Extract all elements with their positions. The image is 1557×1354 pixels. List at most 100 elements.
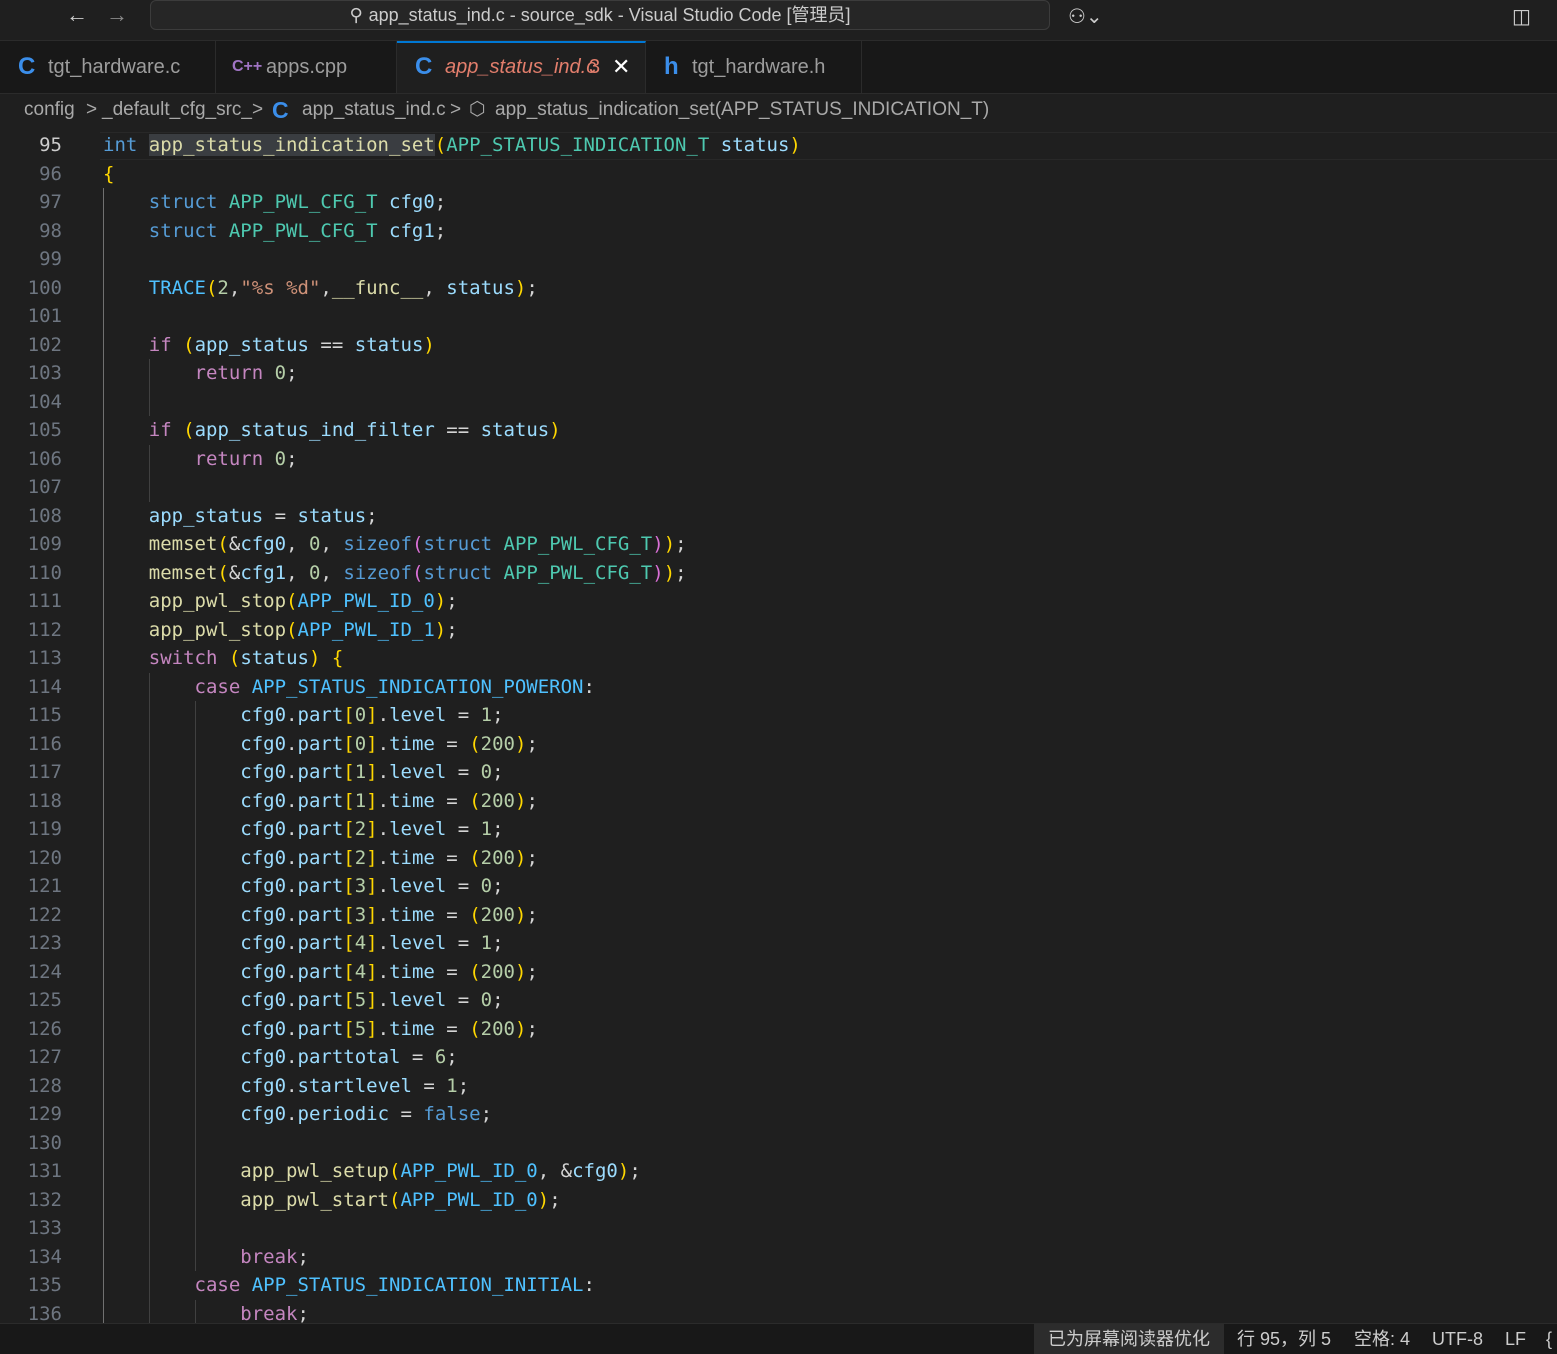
code-line[interactable]: 108 app_status = status; — [0, 502, 1557, 531]
code-line[interactable]: 122 cfg0.part[3].time = (200); — [0, 901, 1557, 930]
code-text: cfg0.part[3].level = 0; — [240, 875, 504, 897]
code-line[interactable]: 123 cfg0.part[4].level = 1; — [0, 929, 1557, 958]
code-line[interactable]: 117 cfg0.part[1].level = 0; — [0, 758, 1557, 787]
line-number: 136 — [27, 1302, 62, 1324]
line-number: 100 — [27, 276, 62, 299]
back-arrow-icon[interactable]: ← — [66, 4, 88, 26]
tab-label: apps.cpp — [266, 56, 348, 78]
problems-badge: 3 — [589, 56, 601, 78]
line-number: 109 — [27, 533, 62, 555]
line-number: 97 — [39, 191, 62, 213]
line-number: 131 — [27, 1160, 62, 1182]
tab-label: tgt_hardware.c — [48, 56, 181, 78]
line-number: 115 — [27, 704, 62, 726]
code-line[interactable]: 107 — [0, 473, 1557, 502]
code-line[interactable]: 103 return 0; — [0, 359, 1557, 388]
code-line[interactable]: 132 app_pwl_start(APP_PWL_ID_0); — [0, 1186, 1557, 1215]
code-text: cfg0.part[1].level = 0; — [240, 761, 504, 783]
line-number: 104 — [27, 390, 62, 413]
code-line[interactable]: 99 — [0, 245, 1557, 274]
code-line[interactable]: 116 cfg0.part[0].time = (200); — [0, 730, 1557, 759]
code-text: case APP_STATUS_INDICATION_POWERON: — [194, 675, 595, 698]
code-line[interactable]: 135 case APP_STATUS_INDICATION_INITIAL: — [0, 1271, 1557, 1300]
indentation-status[interactable]: 空格: 4 — [1354, 1324, 1410, 1354]
code-line[interactable]: 114 case APP_STATUS_INDICATION_POWERON: — [0, 673, 1557, 702]
code-line[interactable]: 126 cfg0.part[5].time = (200); — [0, 1015, 1557, 1044]
forward-arrow-icon[interactable]: → — [106, 4, 128, 26]
line-number: 114 — [27, 675, 62, 698]
code-line[interactable]: 127 cfg0.parttotal = 6; — [0, 1043, 1557, 1072]
layout-icon[interactable]: ◫ — [1512, 4, 1531, 29]
line-number: 110 — [27, 561, 62, 584]
code-line[interactable]: 130 — [0, 1129, 1557, 1158]
code-line[interactable]: 112 app_pwl_stop(APP_PWL_ID_1); — [0, 616, 1557, 645]
breadcrumb-folder-config[interactable]: config — [24, 94, 75, 126]
code-line[interactable]: 100 TRACE(2,"%s %d",__func__, status); — [0, 274, 1557, 303]
code-line[interactable]: 133 — [0, 1214, 1557, 1243]
line-number: 132 — [27, 1188, 62, 1211]
command-center-search[interactable]: ⚲ app_status_ind.c - source_sdk - Visual … — [150, 0, 1050, 30]
code-line[interactable]: 106 return 0; — [0, 445, 1557, 474]
tab-app-status-ind-c[interactable]: C app_status_ind.c 3 ✕ — [397, 41, 646, 93]
code-text: memset(&cfg1, 0, sizeof(struct APP_PWL_C… — [148, 561, 687, 584]
line-number: 129 — [27, 1103, 62, 1125]
line-number: 125 — [27, 989, 62, 1011]
code-line[interactable]: 121 cfg0.part[3].level = 0; — [0, 872, 1557, 901]
code-line[interactable]: 96 { — [0, 160, 1557, 189]
code-line[interactable]: 120 cfg0.part[2].time = (200); — [0, 844, 1557, 873]
code-text: break; — [240, 1302, 309, 1324]
line-number: 107 — [27, 476, 62, 498]
line-number: 98 — [39, 219, 62, 242]
code-text: cfg0.part[0].level = 1; — [240, 704, 504, 726]
code-text: if (app_status_ind_filter == status) — [148, 419, 561, 441]
code-line[interactable]: 118 cfg0.part[1].time = (200); — [0, 787, 1557, 816]
code-line[interactable]: 129 cfg0.periodic = false; — [0, 1100, 1557, 1129]
language-mode-icon[interactable]: { — [1546, 1324, 1552, 1354]
code-text: return 0; — [194, 447, 298, 470]
header-file-icon: h — [664, 53, 679, 80]
copilot-icon[interactable]: ⚇⌄ — [1068, 4, 1103, 29]
code-line[interactable]: 128 cfg0.startlevel = 1; — [0, 1072, 1557, 1101]
line-number: 134 — [27, 1245, 62, 1268]
code-text: cfg0.part[4].level = 1; — [240, 932, 504, 954]
code-text: app_pwl_setup(APP_PWL_ID_0, &cfg0); — [240, 1160, 641, 1182]
code-line[interactable]: 136 break; — [0, 1300, 1557, 1324]
code-editor[interactable]: 95 int app_status_indication_set(APP_STAT… — [0, 130, 1557, 1323]
tab-apps-cpp[interactable]: C++ apps.cpp — [216, 41, 397, 93]
window-title: app_status_ind.c - source_sdk - Visual S… — [368, 5, 851, 25]
tab-tgt-hardware-c[interactable]: C tgt_hardware.c — [0, 41, 216, 93]
breadcrumb-file[interactable]: app_status_ind.c — [302, 94, 446, 126]
code-text: cfg0.part[2].time = (200); — [240, 846, 538, 869]
code-line[interactable]: 113 switch (status) { — [0, 644, 1557, 673]
breadcrumb-symbol[interactable]: app_status_indication_set(APP_STATUS_IND… — [495, 94, 989, 126]
tab-label: app_status_ind.c — [445, 56, 597, 78]
code-line[interactable]: 134 break; — [0, 1243, 1557, 1272]
code-line[interactable]: 119 cfg0.part[2].level = 1; — [0, 815, 1557, 844]
code-line[interactable]: 110 memset(&cfg1, 0, sizeof(struct APP_P… — [0, 559, 1557, 588]
code-line[interactable]: 102 if (app_status == status) — [0, 331, 1557, 360]
code-text: cfg0.part[1].time = (200); — [240, 789, 538, 812]
code-line[interactable]: 95 int app_status_indication_set(APP_STAT… — [0, 131, 1557, 160]
code-line[interactable]: 98 struct APP_PWL_CFG_T cfg1; — [0, 217, 1557, 246]
code-line[interactable]: 124 cfg0.part[4].time = (200); — [0, 958, 1557, 987]
breadcrumb-folder-default-cfg-src[interactable]: _default_cfg_src_ — [102, 94, 252, 126]
close-icon[interactable]: ✕ — [612, 43, 630, 91]
code-text: switch (status) { — [148, 647, 344, 669]
code-line[interactable]: 97 struct APP_PWL_CFG_T cfg0; — [0, 188, 1557, 217]
code-line[interactable]: 105 if (app_status_ind_filter == status) — [0, 416, 1557, 445]
code-line[interactable]: 109 memset(&cfg0, 0, sizeof(struct APP_P… — [0, 530, 1557, 559]
code-text: case APP_STATUS_INDICATION_INITIAL: — [194, 1274, 595, 1296]
code-line[interactable]: 125 cfg0.part[5].level = 0; — [0, 986, 1557, 1015]
encoding-status[interactable]: UTF-8 — [1432, 1324, 1483, 1354]
code-line[interactable]: 115 cfg0.part[0].level = 1; — [0, 701, 1557, 730]
code-text: TRACE(2,"%s %d",__func__, status); — [148, 276, 538, 299]
line-number: 117 — [27, 761, 62, 783]
eol-status[interactable]: LF — [1505, 1324, 1526, 1354]
tab-tgt-hardware-h[interactable]: h tgt_hardware.h — [646, 41, 862, 93]
code-line[interactable]: 104 — [0, 388, 1557, 417]
code-line[interactable]: 101 — [0, 302, 1557, 331]
code-line[interactable]: 111 app_pwl_stop(APP_PWL_ID_0); — [0, 587, 1557, 616]
code-line[interactable]: 131 app_pwl_setup(APP_PWL_ID_0, &cfg0); — [0, 1157, 1557, 1186]
screen-reader-status[interactable]: 已为屏幕阅读器优化 — [1034, 1324, 1224, 1354]
cursor-position[interactable]: 行 95，列 5 — [1237, 1324, 1331, 1354]
